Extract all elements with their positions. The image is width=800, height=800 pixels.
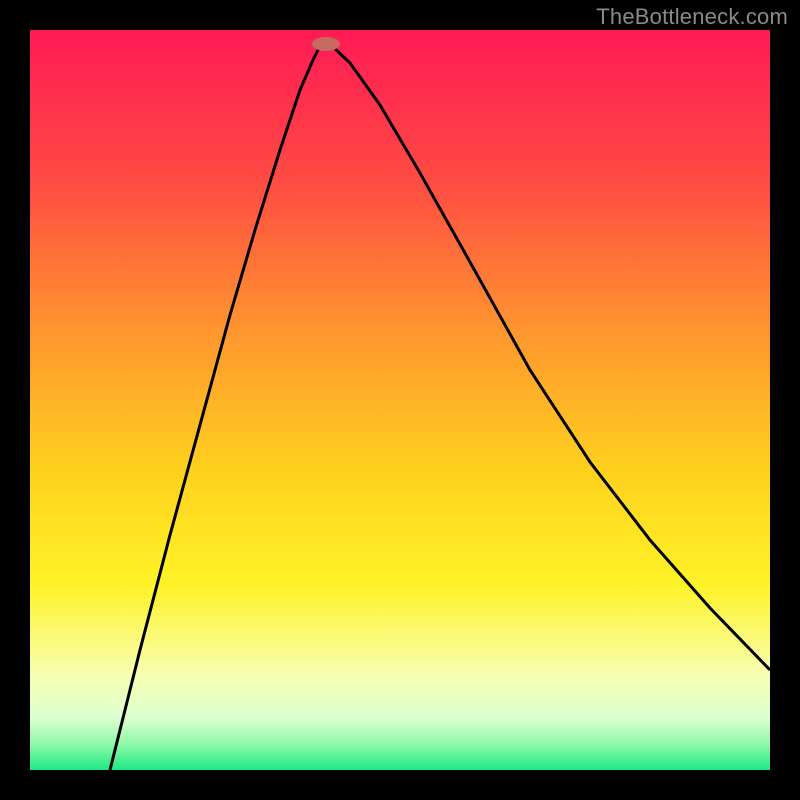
- watermark-text: TheBottleneck.com: [596, 4, 788, 30]
- curve-layer: [30, 30, 770, 770]
- bottleneck-curve: [110, 44, 770, 770]
- chart-frame: TheBottleneck.com: [0, 0, 800, 800]
- optimal-marker: [312, 37, 340, 51]
- plot-area: [30, 30, 770, 770]
